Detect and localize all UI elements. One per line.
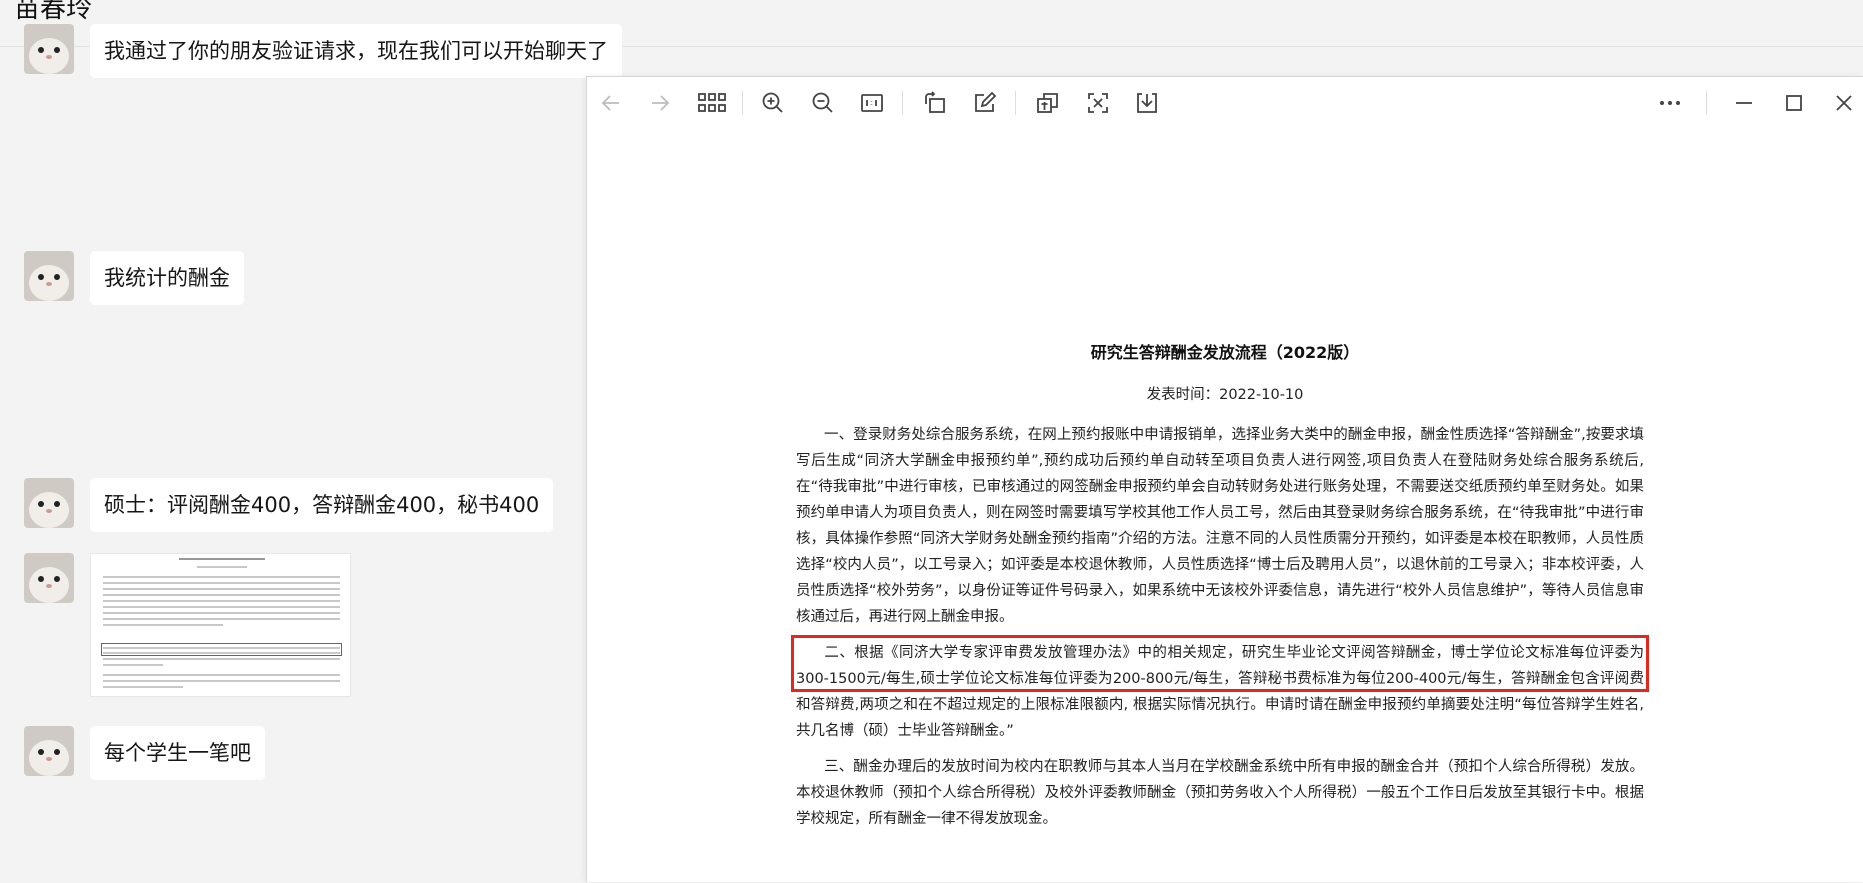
translate-icon[interactable]	[1034, 89, 1062, 117]
toolbar-divider	[742, 91, 743, 115]
close-icon[interactable]	[1830, 89, 1858, 117]
more-icon[interactable]	[1656, 89, 1684, 117]
thumbnail-highlight-box	[101, 643, 342, 656]
back-arrow-icon[interactable]	[597, 89, 625, 117]
toolbar-divider	[902, 91, 903, 115]
paragraph-text: 一、登录财务处综合服务系统，在网上预约报账中申请报销单，选择业务大类中的酬金申报…	[796, 427, 1644, 625]
document-title: 研究生答辩酬金发放流程（2022版）	[1090, 343, 1360, 362]
document-paragraph: 二、根据《同济大学专家评审费发放管理办法》中的相关规定，研究生毕业论文评阅答辩酬…	[796, 640, 1644, 744]
rotate-icon[interactable]	[921, 89, 949, 117]
chat-title: 苗春玲	[14, 0, 93, 24]
zoom-in-icon[interactable]	[759, 89, 787, 117]
message-text: 我通过了你的朋友验证请求，现在我们可以开始聊天了	[104, 39, 608, 63]
forward-arrow-icon[interactable]	[646, 89, 674, 117]
extract-text-icon[interactable]	[1084, 89, 1112, 117]
avatar[interactable]	[24, 478, 74, 528]
document-paragraph: 一、登录财务处综合服务系统，在网上预约报账中申请报销单，选择业务大类中的酬金申报…	[796, 422, 1644, 630]
message-bubble[interactable]: 我统计的酬金	[90, 251, 244, 305]
avatar[interactable]	[24, 251, 74, 301]
message-bubble[interactable]: 每个学生一笔吧	[90, 726, 265, 780]
download-icon[interactable]	[1133, 89, 1161, 117]
message-text: 硕士：评阅酬金400，答辩酬金400，秘书400	[104, 493, 540, 517]
avatar[interactable]	[24, 553, 74, 603]
edit-icon[interactable]	[971, 89, 999, 117]
message-bubble[interactable]: 硕士：评阅酬金400，答辩酬金400，秘书400	[90, 478, 554, 532]
message-text: 每个学生一笔吧	[104, 741, 251, 765]
toolbar-divider	[1015, 91, 1016, 115]
paragraph-text: 二、根据《同济大学专家评审费发放管理办法》中的相关规定，研究生毕业论文评阅答辩酬…	[796, 645, 1644, 739]
toolbar-divider	[1706, 91, 1707, 115]
document-date: 发表时间：2022-10-10	[1146, 387, 1304, 403]
avatar[interactable]	[24, 24, 74, 74]
zoom-out-icon[interactable]	[809, 89, 837, 117]
message-text: 我统计的酬金	[104, 266, 230, 290]
actual-size-icon[interactable]	[858, 89, 886, 117]
avatar[interactable]	[24, 726, 74, 776]
document-paragraph: 三、酬金办理后的发放时间为校内在职教师与其本人当月在学校酬金系统中所有申报的酬金…	[796, 754, 1644, 832]
paragraph-text: 三、酬金办理后的发放时间为校内在职教师与其本人当月在学校酬金系统中所有申报的酬金…	[796, 759, 1644, 827]
message-bubble[interactable]: 我通过了你的朋友验证请求，现在我们可以开始聊天了	[90, 24, 622, 78]
image-message-thumbnail[interactable]	[90, 553, 351, 697]
viewer-toolbar	[587, 77, 1863, 127]
document-page: 研究生答辩酬金发放流程（2022版） 发表时间：2022-10-10 一、登录财…	[587, 127, 1863, 883]
maximize-icon[interactable]	[1780, 89, 1808, 117]
minimize-icon[interactable]	[1730, 89, 1758, 117]
grid-icon[interactable]	[695, 89, 729, 117]
image-viewer-window: 研究生答辩酬金发放流程（2022版） 发表时间：2022-10-10 一、登录财…	[586, 76, 1863, 882]
